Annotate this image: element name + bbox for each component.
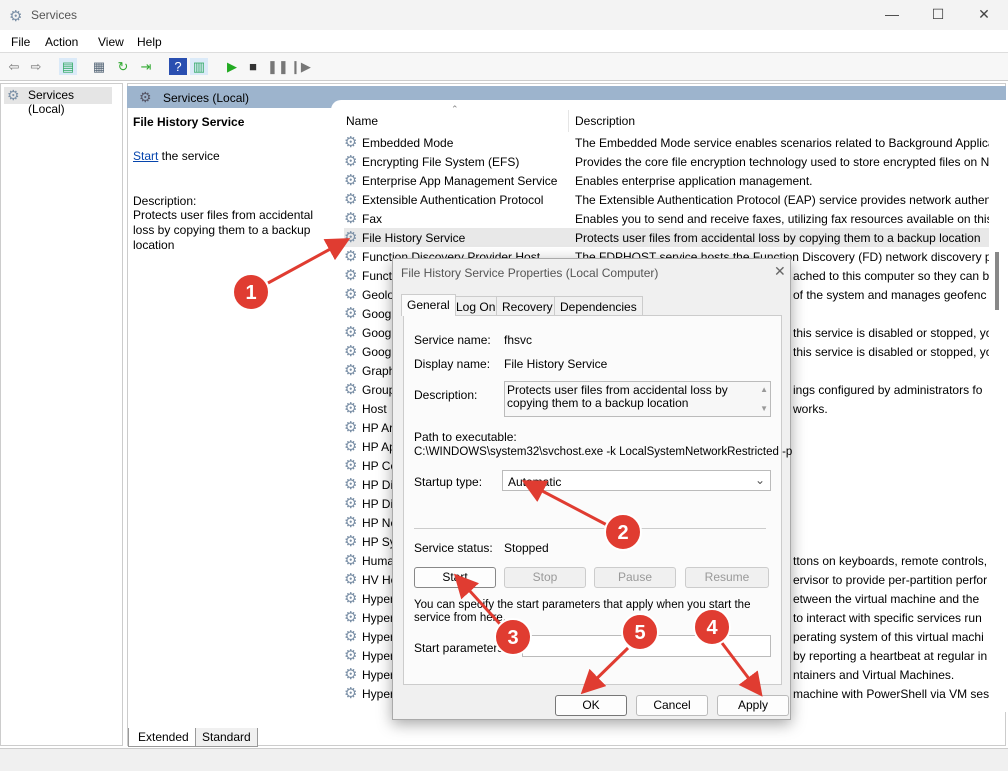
annotation-arrow-4 (720, 642, 763, 697)
annotation-label-3: 3 (507, 627, 518, 649)
annotation-overlay: 1 2 3 4 5 (232, 238, 763, 697)
tab-general[interactable]: General (401, 294, 456, 316)
annotation-label-4: 4 (706, 617, 718, 639)
annotation-label-5: 5 (634, 622, 645, 644)
annotation-label-1: 1 (245, 282, 256, 304)
annotation-arrow-3 (453, 573, 502, 626)
annotation-arrow-1 (267, 238, 351, 285)
annotation-arrow-2 (521, 480, 608, 527)
annotation-label-2: 2 (617, 522, 628, 544)
annotation-arrow-5 (580, 646, 630, 695)
